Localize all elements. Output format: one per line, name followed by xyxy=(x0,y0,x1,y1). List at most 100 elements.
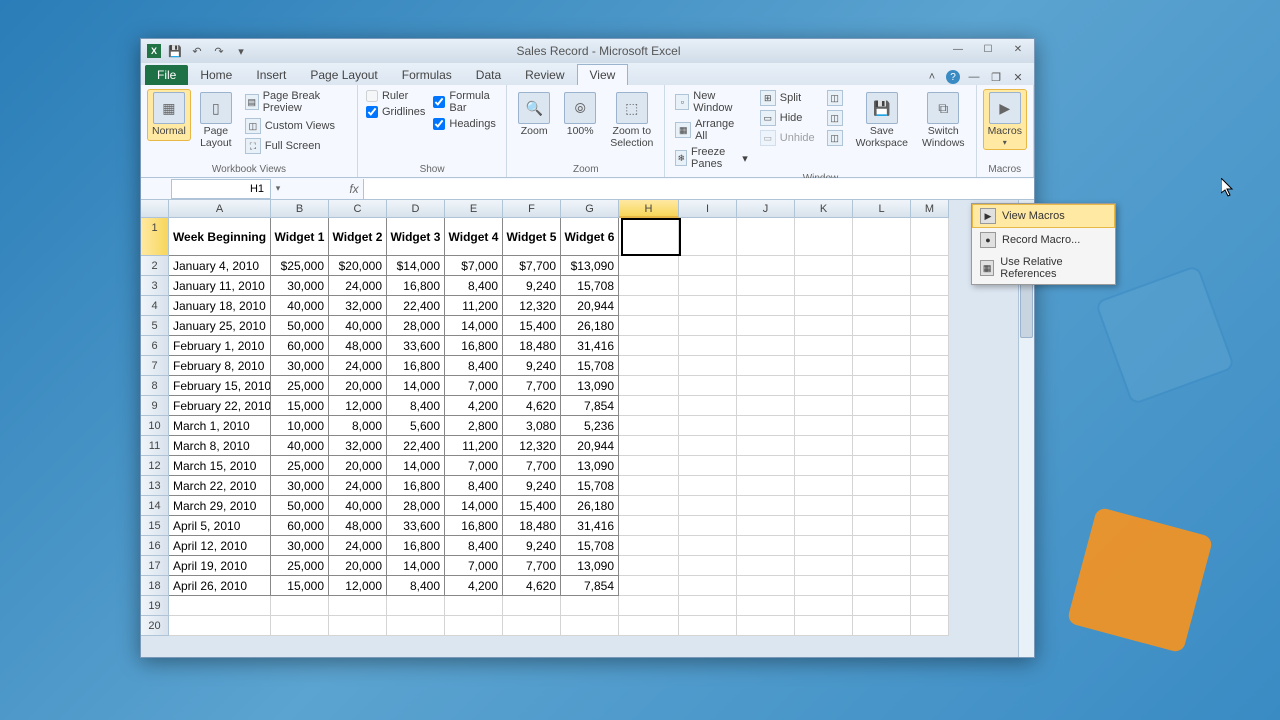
cell[interactable] xyxy=(619,536,679,556)
col-header-L[interactable]: L xyxy=(853,200,911,218)
cell[interactable] xyxy=(679,536,737,556)
cell[interactable] xyxy=(853,376,911,396)
cell[interactable]: April 12, 2010 xyxy=(169,536,271,556)
new-window-button[interactable]: ▫New Window xyxy=(671,89,751,115)
cell[interactable] xyxy=(911,356,949,376)
cell[interactable]: 14,000 xyxy=(387,376,445,396)
cell[interactable]: 16,800 xyxy=(387,356,445,376)
cell[interactable]: 7,700 xyxy=(503,556,561,576)
cell[interactable] xyxy=(619,376,679,396)
cell[interactable]: 7,000 xyxy=(445,556,503,576)
cell[interactable] xyxy=(795,476,853,496)
fx-icon[interactable]: fx xyxy=(345,182,363,196)
cell[interactable]: 20,944 xyxy=(561,436,619,456)
cell[interactable]: Week Beginning xyxy=(169,218,271,256)
row-header-12[interactable]: 12 xyxy=(141,456,169,476)
cell[interactable] xyxy=(853,276,911,296)
cell[interactable] xyxy=(679,496,737,516)
cell[interactable]: 22,400 xyxy=(387,296,445,316)
cell[interactable] xyxy=(737,296,795,316)
cell[interactable]: 15,708 xyxy=(561,476,619,496)
cell[interactable] xyxy=(679,556,737,576)
cell[interactable]: January 11, 2010 xyxy=(169,276,271,296)
cell[interactable] xyxy=(911,218,949,256)
cell[interactable]: 8,400 xyxy=(387,396,445,416)
page-layout-button[interactable]: ▯ Page Layout xyxy=(195,89,237,152)
cell[interactable] xyxy=(619,316,679,336)
cell[interactable]: 13,090 xyxy=(561,456,619,476)
cell[interactable]: 20,000 xyxy=(329,376,387,396)
col-header-C[interactable]: C xyxy=(329,200,387,218)
cell[interactable] xyxy=(795,596,853,616)
cell[interactable] xyxy=(737,436,795,456)
cell[interactable]: 31,416 xyxy=(561,516,619,536)
cell[interactable]: 48,000 xyxy=(329,516,387,536)
cell[interactable] xyxy=(795,218,853,256)
row-header-2[interactable]: 2 xyxy=(141,256,169,276)
row-header-6[interactable]: 6 xyxy=(141,336,169,356)
col-header-I[interactable]: I xyxy=(679,200,737,218)
cell[interactable]: 30,000 xyxy=(271,476,329,496)
view-side-2-button[interactable]: ◫ xyxy=(823,109,847,127)
cell[interactable] xyxy=(679,336,737,356)
cell[interactable]: $25,000 xyxy=(271,256,329,276)
cell[interactable] xyxy=(679,218,737,256)
cell[interactable] xyxy=(329,616,387,636)
row-header-15[interactable]: 15 xyxy=(141,516,169,536)
cell[interactable] xyxy=(853,456,911,476)
col-header-A[interactable]: A xyxy=(169,200,271,218)
cell[interactable] xyxy=(737,576,795,596)
cell[interactable] xyxy=(737,396,795,416)
cell[interactable] xyxy=(169,616,271,636)
cell[interactable]: 8,000 xyxy=(329,416,387,436)
cell[interactable]: 8,400 xyxy=(387,576,445,596)
cell[interactable] xyxy=(737,476,795,496)
cell[interactable]: 30,000 xyxy=(271,356,329,376)
row-header-14[interactable]: 14 xyxy=(141,496,169,516)
cell[interactable] xyxy=(503,616,561,636)
tab-insert[interactable]: Insert xyxy=(244,65,298,85)
row-header-11[interactable]: 11 xyxy=(141,436,169,456)
tab-formulas[interactable]: Formulas xyxy=(390,65,464,85)
row-header-7[interactable]: 7 xyxy=(141,356,169,376)
cell[interactable]: 7,000 xyxy=(445,456,503,476)
cell[interactable]: 26,180 xyxy=(561,316,619,336)
cell[interactable] xyxy=(271,596,329,616)
cell[interactable]: 9,240 xyxy=(503,356,561,376)
cell[interactable]: 40,000 xyxy=(271,436,329,456)
cell[interactable] xyxy=(911,416,949,436)
cell[interactable]: 20,944 xyxy=(561,296,619,316)
cell[interactable]: February 1, 2010 xyxy=(169,336,271,356)
cell[interactable] xyxy=(679,276,737,296)
cell[interactable] xyxy=(619,218,679,256)
cell[interactable]: February 22, 2010 xyxy=(169,396,271,416)
cell[interactable] xyxy=(619,616,679,636)
cell[interactable] xyxy=(853,436,911,456)
col-header-K[interactable]: K xyxy=(795,200,853,218)
cell[interactable]: Widget 2 xyxy=(329,218,387,256)
cell[interactable]: 50,000 xyxy=(271,496,329,516)
zoom-button[interactable]: 🔍Zoom xyxy=(513,89,555,141)
cell[interactable]: 9,240 xyxy=(503,536,561,556)
cell[interactable] xyxy=(795,396,853,416)
cell[interactable]: 24,000 xyxy=(329,276,387,296)
cell[interactable] xyxy=(911,476,949,496)
cell[interactable]: 33,600 xyxy=(387,516,445,536)
cell[interactable] xyxy=(853,556,911,576)
qat-dropdown-icon[interactable]: ▾ xyxy=(233,43,249,59)
cell[interactable] xyxy=(387,596,445,616)
cell[interactable]: 33,600 xyxy=(387,336,445,356)
cell[interactable]: 4,200 xyxy=(445,396,503,416)
cell[interactable]: 11,200 xyxy=(445,436,503,456)
row-header-1[interactable]: 1 xyxy=(141,218,169,256)
cell[interactable]: 28,000 xyxy=(387,316,445,336)
cell[interactable]: 24,000 xyxy=(329,476,387,496)
cell[interactable] xyxy=(679,456,737,476)
cell[interactable]: 4,620 xyxy=(503,576,561,596)
tab-file[interactable]: File xyxy=(145,65,188,85)
formula-bar-checkbox[interactable]: Formula Bar xyxy=(431,89,500,115)
cell[interactable]: February 8, 2010 xyxy=(169,356,271,376)
cell[interactable]: 20,000 xyxy=(329,556,387,576)
cell[interactable] xyxy=(911,296,949,316)
cell[interactable]: 15,400 xyxy=(503,496,561,516)
